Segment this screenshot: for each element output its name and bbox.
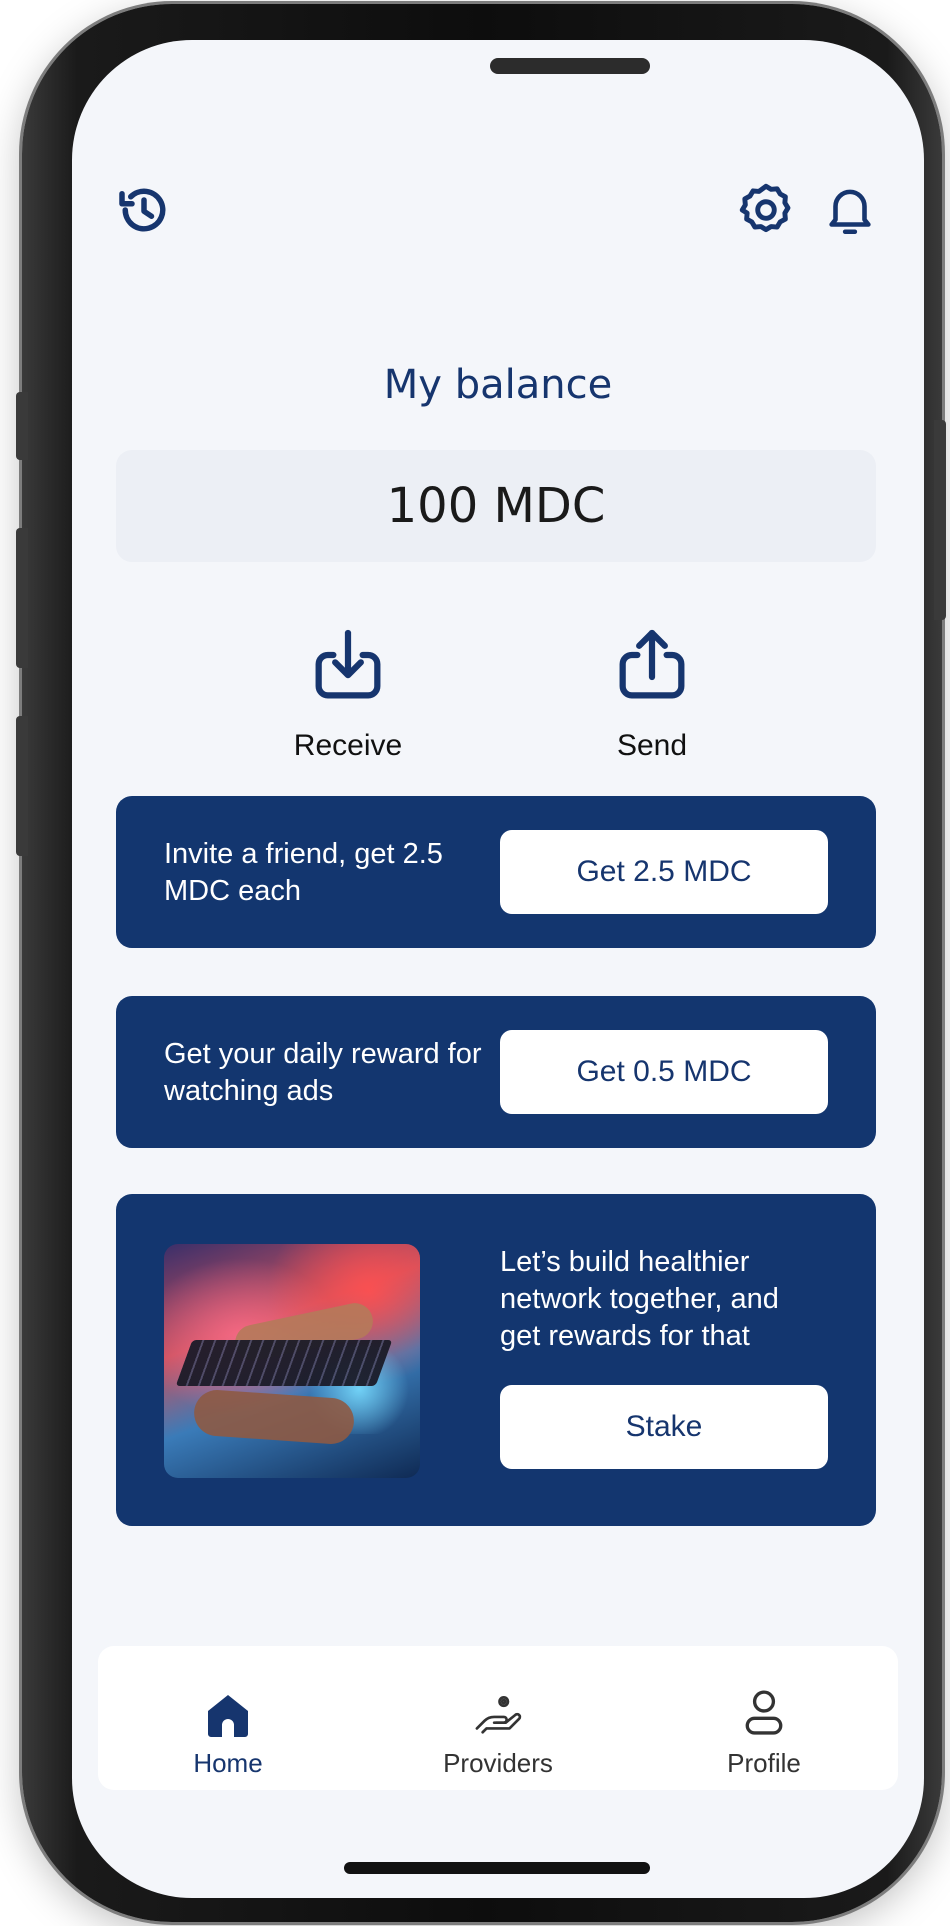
nav-item-home[interactable]: Home bbox=[128, 1646, 328, 1790]
nav-label-profile: Profile bbox=[727, 1748, 801, 1778]
mute-switch bbox=[16, 392, 28, 460]
balance-amount: 100 MDC bbox=[386, 478, 606, 534]
history-icon[interactable] bbox=[112, 178, 176, 242]
upload-tray-icon bbox=[608, 622, 696, 715]
volume-down-button bbox=[16, 716, 28, 856]
nav-label-providers: Providers bbox=[443, 1748, 553, 1778]
bell-icon[interactable] bbox=[818, 176, 882, 244]
home-icon bbox=[204, 1686, 252, 1738]
gaming-keyboard-image bbox=[164, 1244, 420, 1478]
nav-item-profile[interactable]: Profile bbox=[664, 1646, 864, 1790]
nav-item-providers[interactable]: Providers bbox=[398, 1646, 598, 1790]
hand-gear-icon bbox=[473, 1686, 523, 1738]
send-button[interactable]: Send bbox=[562, 622, 742, 792]
settings-gear-icon[interactable] bbox=[732, 176, 800, 244]
bottom-navigation: Home Providers Profile bbox=[98, 1646, 898, 1790]
get-invite-reward-button[interactable]: Get 2.5 MDC bbox=[500, 830, 828, 914]
balance-display: 100 MDC bbox=[116, 450, 876, 562]
nav-label-home: Home bbox=[193, 1748, 263, 1778]
receive-label: Receive bbox=[293, 729, 403, 762]
download-tray-icon bbox=[304, 622, 392, 715]
stake-button[interactable]: Stake bbox=[500, 1385, 828, 1469]
daily-reward-card: Get your daily reward for watching ads G… bbox=[116, 996, 876, 1148]
stake-promo-text: Let’s build healthier network together, … bbox=[500, 1246, 779, 1352]
power-button bbox=[934, 420, 946, 620]
volume-up-button bbox=[16, 528, 28, 668]
invite-promo-text: Invite a friend, get 2.5 MDC each bbox=[164, 838, 443, 907]
balance-title: My balance bbox=[383, 362, 613, 408]
person-icon bbox=[741, 1686, 787, 1738]
receive-button[interactable]: Receive bbox=[258, 622, 438, 792]
home-indicator[interactable] bbox=[344, 1862, 650, 1874]
invite-promo-card: Invite a friend, get 2.5 MDC each Get 2.… bbox=[116, 796, 876, 948]
daily-reward-text: Get your daily reward for watching ads bbox=[164, 1038, 482, 1107]
stake-promo-card: Let’s build healthier network together, … bbox=[116, 1194, 876, 1526]
send-label: Send bbox=[616, 729, 688, 762]
get-daily-reward-button[interactable]: Get 0.5 MDC bbox=[500, 1030, 828, 1114]
app-screen: My balance 100 MDC Receive Send Invite a… bbox=[72, 40, 924, 1898]
speaker-grille bbox=[490, 58, 650, 74]
